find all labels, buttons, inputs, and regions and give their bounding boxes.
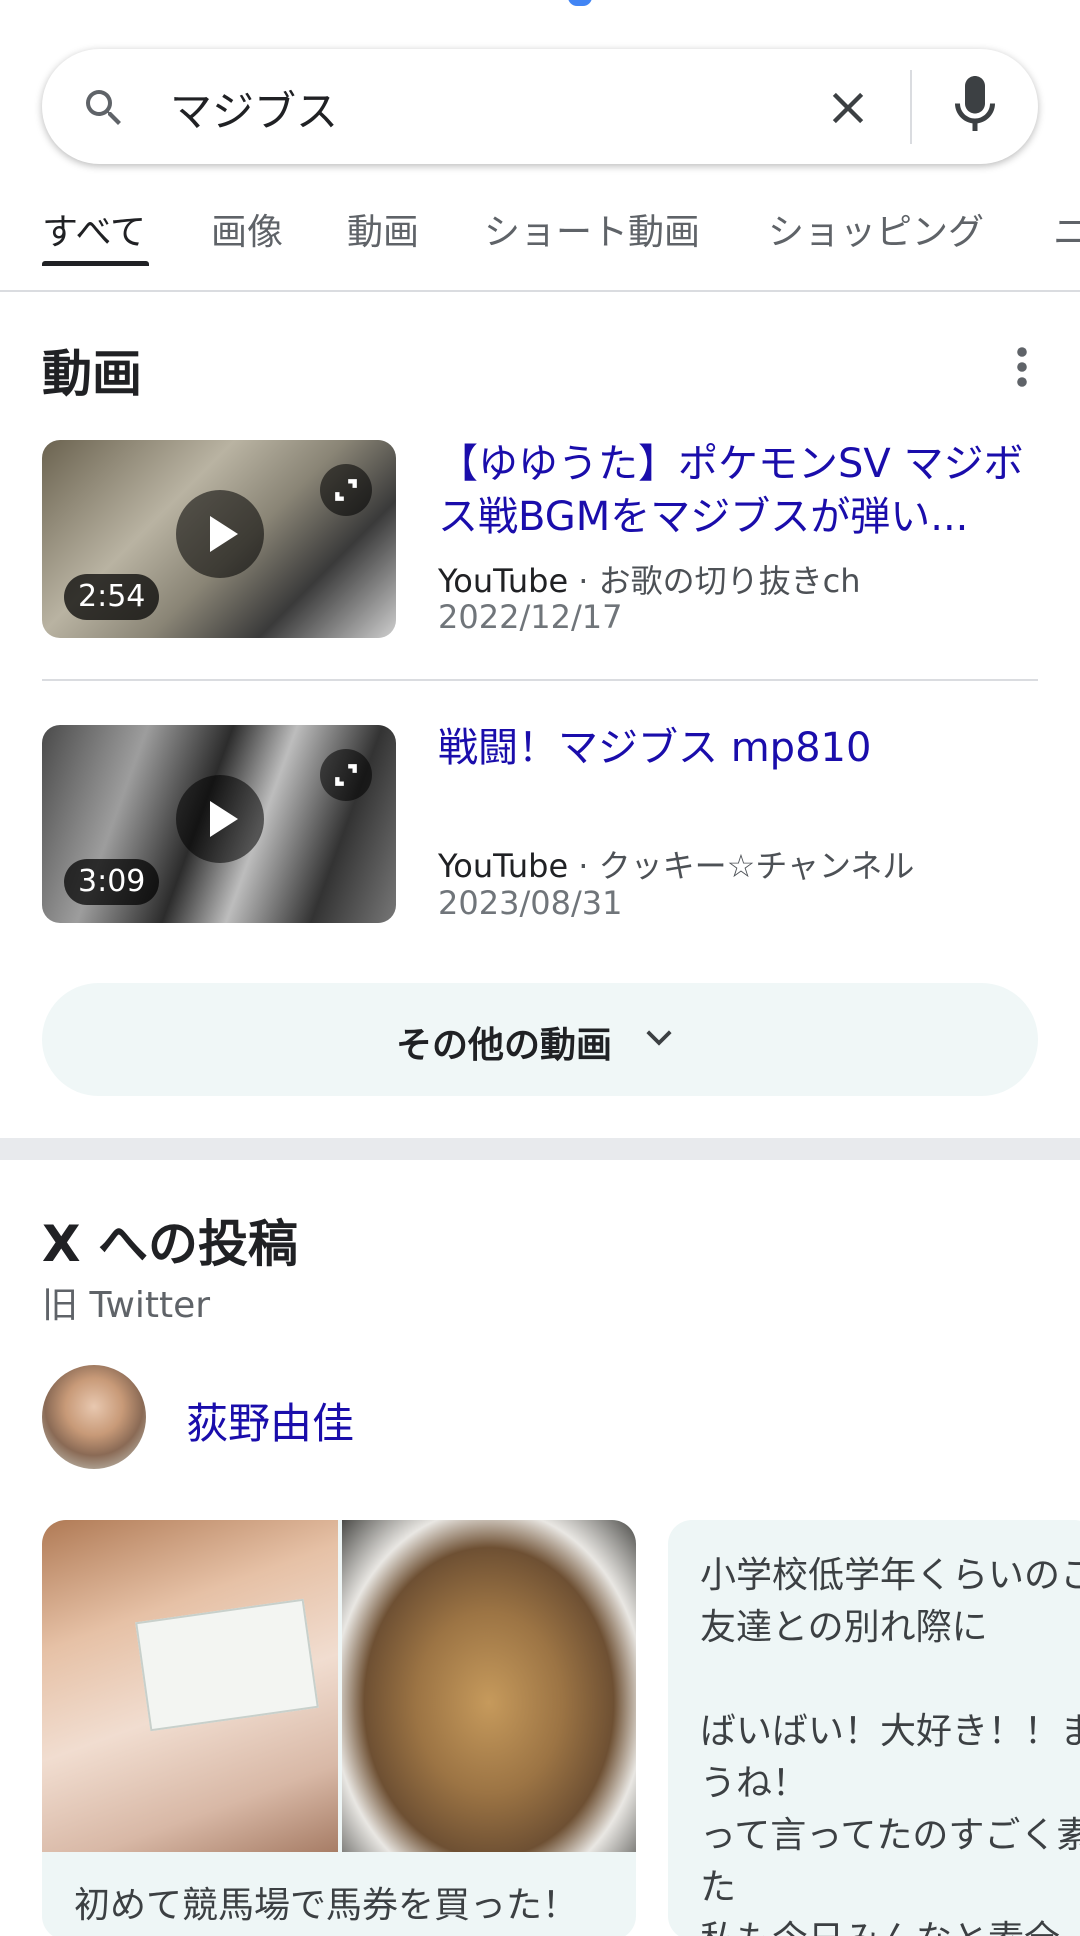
video-date: 2022/12/17 <box>438 598 623 636</box>
post-text: 初めて競馬場で馬券を買った！ <box>74 1885 579 1926</box>
tab-shopping[interactable]: ショッピング <box>768 203 984 255</box>
tab-images[interactable]: 画像 <box>211 203 283 255</box>
tab-videos[interactable]: 動画 <box>347 203 419 255</box>
x-post-card[interactable]: 初めて競馬場で馬券を買った！ <box>42 1520 636 1936</box>
more-videos-label[interactable]: その他の動画 <box>396 1016 612 1068</box>
video-title-link[interactable]: 戦闘！マジブス mp810 <box>438 722 1038 782</box>
expand-icon[interactable] <box>320 464 372 516</box>
search-icon[interactable] <box>80 84 128 132</box>
video-channel: お歌の切り抜きch <box>598 562 861 600</box>
video-channel: クッキー☆チャンネル <box>598 847 915 885</box>
ticket-image <box>135 1598 319 1732</box>
video-duration: 2:54 <box>64 574 160 620</box>
videos-section-title: 動画 <box>42 345 142 403</box>
author-name-link[interactable]: 荻野由佳 <box>186 1390 354 1451</box>
active-tab-indicator <box>42 261 149 266</box>
avatar[interactable] <box>42 1365 146 1469</box>
video-source-site: YouTube <box>438 847 569 885</box>
tab-short-videos[interactable]: ショート動画 <box>484 203 700 255</box>
play-icon[interactable] <box>176 775 264 863</box>
video-source-site: YouTube <box>438 562 569 600</box>
clear-icon[interactable] <box>822 82 874 134</box>
chevron-down-icon[interactable] <box>644 1026 674 1050</box>
tab-all[interactable]: すべて <box>42 203 146 255</box>
search-input[interactable]: マジブス <box>170 78 338 139</box>
post-photo <box>42 1520 338 1852</box>
separator-dot: · <box>578 562 599 600</box>
video-thumbnail[interactable]: 3:09 <box>42 725 396 923</box>
expand-icon[interactable] <box>320 749 372 801</box>
video-thumbnail[interactable]: 2:54 <box>42 440 396 638</box>
tabs-divider <box>0 290 1080 292</box>
video-title-link[interactable]: 【ゆゆうた】ポケモンSV マジボス戦BGMをマジブスが弾い... <box>438 438 1038 546</box>
search-divider <box>910 70 912 144</box>
kebab-icon[interactable] <box>1015 346 1029 388</box>
tab-news[interactable]: ニ <box>1053 203 1080 255</box>
video-source: YouTube · お歌の切り抜きch <box>438 556 861 602</box>
section-separator <box>0 1138 1080 1160</box>
mic-icon[interactable] <box>952 76 998 136</box>
video-row-divider <box>42 679 1038 681</box>
separator-dot: · <box>578 847 599 885</box>
x-section-subtitle: 旧 Twitter <box>42 1285 211 1326</box>
play-icon[interactable] <box>176 490 264 578</box>
video-duration: 3:09 <box>64 859 160 905</box>
search-tabs: すべて 画像 動画 ショート動画 ショッピング ニ <box>0 195 1080 291</box>
video-source: YouTube · クッキー☆チャンネル <box>438 841 914 887</box>
x-post-card[interactable]: 小学校低学年くらいのこ 友達との別れ際に ばいばい！大好き！！ま うね！ って言… <box>668 1520 1080 1936</box>
top-indicator <box>568 0 592 6</box>
video-date: 2023/08/31 <box>438 884 623 922</box>
x-section-title: X への投稿 <box>42 1215 298 1273</box>
post-photo <box>342 1520 636 1852</box>
post-text: 小学校低学年くらいのこ 友達との別れ際に ばいばい！大好き！！ま うね！ って言… <box>700 1555 1080 1936</box>
